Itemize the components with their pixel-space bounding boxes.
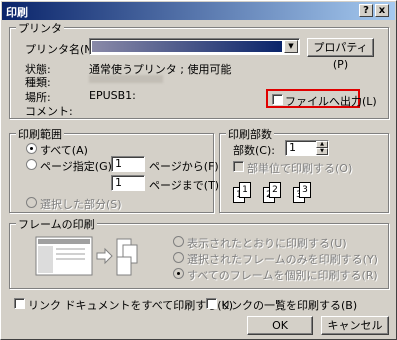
print-dialog: 印刷 ? x プリンタ プリンタ名(N): ▼ プロパティ(P) 状態: 通常使…	[0, 0, 397, 340]
copies-group-label: 印刷部数	[226, 126, 274, 142]
comment-label: コメント:	[25, 105, 73, 118]
range-all-radio[interactable]	[26, 143, 37, 154]
type-value-redacted	[89, 75, 163, 83]
collate-page: 1	[239, 182, 251, 198]
print-links-table-checkbox[interactable]	[206, 298, 217, 309]
range-pages-radio[interactable]	[26, 159, 37, 170]
properties-button[interactable]: プロパティ(P)	[307, 38, 374, 71]
frames-individually-radio[interactable]	[173, 268, 184, 279]
help-button[interactable]: ?	[359, 4, 373, 17]
page-from-input[interactable]: 1	[111, 156, 145, 172]
frames-as-displayed-radio[interactable]	[173, 236, 184, 247]
printer-name-select[interactable]: ▼	[89, 38, 300, 55]
copies-count-value: 1	[289, 141, 296, 154]
range-selection-label: 選択した部分(S)	[40, 198, 122, 211]
chevron-down-icon[interactable]: ▼	[284, 40, 298, 53]
print-linked-docs-checkbox[interactable]	[14, 298, 25, 309]
range-pages-label: ページ指定(G)	[40, 160, 112, 173]
page-from-label: ページから(F)	[149, 160, 219, 173]
ok-button[interactable]: OK	[247, 316, 313, 335]
spin-up-icon[interactable]: ▲	[316, 141, 328, 148]
collate-label: 部単位で印刷する(O)	[247, 162, 353, 175]
print-to-file-label: ファイルへ出力(L)	[285, 95, 377, 108]
collate-illustration: 1 1 2 2 3 3	[233, 181, 323, 205]
range-all-label: すべて(A)	[40, 144, 88, 157]
printer-name-selection	[92, 41, 282, 52]
page-to-input[interactable]: 1	[111, 175, 145, 191]
frames-as-displayed-label: 表示されたとおりに印刷する(U)	[187, 237, 347, 250]
title-bar: 印刷 ? x	[2, 2, 395, 20]
copies-count-input[interactable]: 1 ▲ ▼	[285, 140, 329, 156]
frames-group-label: フレームの印刷	[16, 216, 97, 232]
collate-checkbox[interactable]	[233, 161, 244, 172]
print-linked-docs-label: リンク ドキュメントをすべて印刷する(K)	[28, 299, 234, 312]
print-to-file-checkbox[interactable]	[272, 94, 283, 105]
copies-count-label: 部数(C):	[233, 144, 275, 157]
print-links-table-label: リンクの一覧を印刷する(B)	[220, 299, 358, 312]
collate-page: 2	[269, 182, 281, 198]
range-selection-radio[interactable]	[26, 197, 37, 208]
frames-selected-label: 選択されたフレームのみを印刷する(Y)	[187, 253, 378, 266]
type-label: 種類:	[25, 76, 51, 89]
cancel-button[interactable]: キャンセル	[321, 316, 389, 335]
spin-down-icon[interactable]: ▼	[316, 148, 328, 155]
range-group-label: 印刷範囲	[16, 126, 64, 142]
page-to-label: ページまで(T)	[149, 179, 220, 192]
printer-group-label: プリンタ	[16, 20, 64, 36]
close-button[interactable]: x	[375, 4, 389, 17]
where-value: EPUSB1:	[89, 89, 136, 102]
dialog-title: 印刷	[6, 6, 28, 19]
frames-illustration	[35, 236, 138, 276]
collate-page: 3	[299, 182, 311, 198]
frames-selected-radio[interactable]	[173, 252, 184, 263]
frames-individually-label: すべてのフレームを個別に印刷する(R)	[187, 269, 378, 282]
